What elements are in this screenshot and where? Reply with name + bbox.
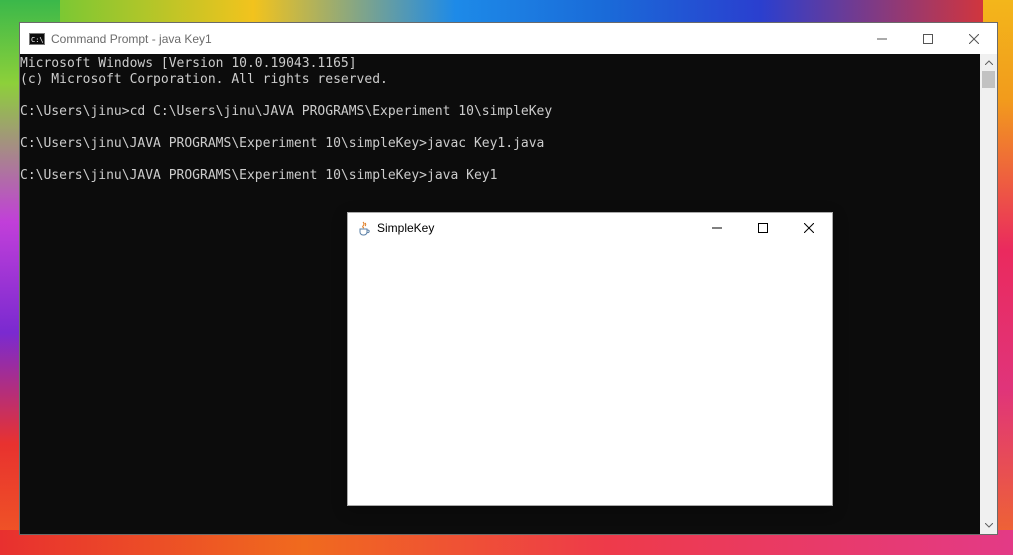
simplekey-close-button[interactable] [786,213,832,243]
maximize-icon [923,33,933,44]
cmd-maximize-button[interactable] [905,23,951,54]
maximize-icon [758,223,768,233]
cmd-titlebar[interactable]: C:\ Command Prompt - java Key1 [20,23,997,54]
close-icon [804,223,814,233]
simplekey-titlebar[interactable]: SimpleKey [348,213,832,243]
simplekey-window[interactable]: SimpleKey [348,213,832,505]
desktop-wallpaper-top [0,0,1013,24]
console-line: C:\Users\jinu>cd C:\Users\jinu\JAVA PROG… [20,104,553,119]
simplekey-window-controls [694,213,832,243]
chevron-down-icon [984,523,993,528]
cmd-close-button[interactable] [951,23,997,54]
simplekey-window-title: SimpleKey [377,221,435,235]
console-line: Microsoft Windows [Version 10.0.19043.11… [20,56,357,71]
console-line: C:\Users\jinu\JAVA PROGRAMS\Experiment 1… [20,136,545,151]
minimize-icon [877,38,887,39]
simplekey-content-area[interactable] [348,243,832,505]
close-icon [969,33,979,44]
console-line: C:\Users\jinu\JAVA PROGRAMS\Experiment 1… [20,168,498,183]
simplekey-maximize-button[interactable] [740,213,786,243]
cmd-window-controls [859,23,997,54]
scroll-up-button[interactable] [980,54,997,71]
cmd-vertical-scrollbar[interactable] [980,54,997,534]
console-line: (c) Microsoft Corporation. All rights re… [20,72,388,87]
scrollbar-thumb[interactable] [982,71,995,88]
cmd-window-title: Command Prompt - java Key1 [51,31,212,46]
java-cup-icon [359,221,370,236]
cmd-minimize-button[interactable] [859,23,905,54]
minimize-icon [712,227,722,229]
chevron-up-icon [984,60,993,65]
scroll-down-button[interactable] [980,517,997,534]
simplekey-minimize-button[interactable] [694,213,740,243]
command-prompt-icon: C:\ [29,32,45,45]
